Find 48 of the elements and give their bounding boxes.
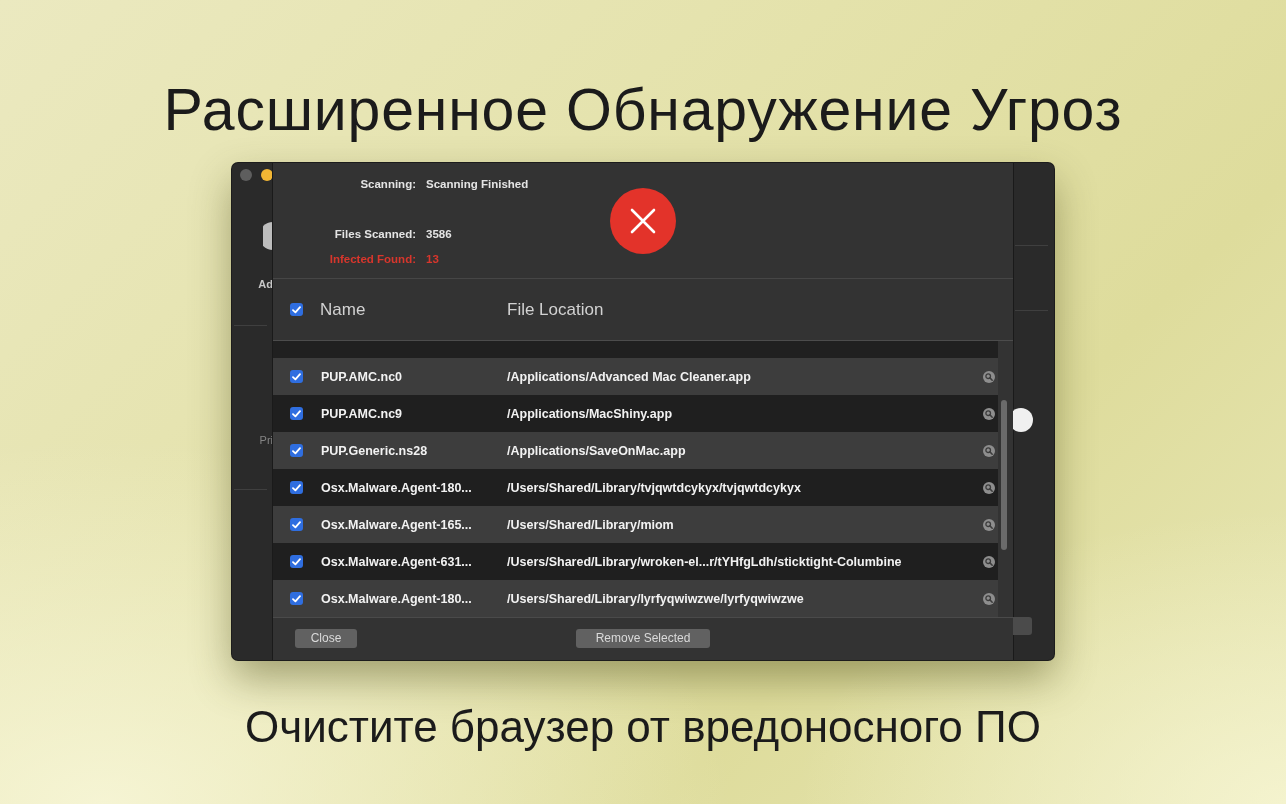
file-path: /Users/Shared/Library/tvjqwtdcykyx/tvjqwtdcykyx bbox=[507, 479, 801, 496]
file-path: /Applications/Advanced Mac Cleaner.app bbox=[507, 368, 751, 385]
sidebar-label: Ad bbox=[258, 277, 273, 291]
caption: Очистите браузер от вредоносного ПО bbox=[245, 701, 1041, 753]
toggle-knob-icon[interactable] bbox=[1013, 408, 1033, 432]
search-icon[interactable] bbox=[983, 407, 995, 420]
search-icon[interactable] bbox=[983, 481, 995, 494]
file-path: /Applications/SaveOnMac.app bbox=[507, 442, 686, 459]
x-circle-icon bbox=[610, 188, 676, 254]
search-icon[interactable] bbox=[983, 592, 995, 605]
checkbox[interactable] bbox=[290, 303, 303, 316]
column-header[interactable]: Name bbox=[320, 298, 366, 321]
checkbox[interactable] bbox=[290, 407, 303, 420]
threat-name: PUP.Generic.ns28 bbox=[321, 442, 428, 459]
checkbox[interactable] bbox=[290, 370, 303, 383]
threat-name: Osx.Malware.Agent-180... bbox=[321, 590, 472, 607]
checkbox[interactable] bbox=[290, 592, 303, 605]
threat-name: Osx.Malware.Agent-180... bbox=[321, 479, 472, 496]
checkbox[interactable] bbox=[290, 444, 303, 457]
count-label: Infected Found: bbox=[329, 252, 416, 266]
count-label: Files Scanned: bbox=[334, 227, 416, 241]
file-path: /Users/Shared/Library/lyrfyqwiwzwe/lyrfyqwiwzwe bbox=[507, 590, 804, 607]
close-button[interactable]: Close bbox=[295, 629, 357, 648]
status-label: Scanning: bbox=[360, 177, 416, 191]
threat-name: PUP.AMC.nc0 bbox=[321, 368, 403, 385]
threat-name: Osx.Malware.Agent-165... bbox=[321, 516, 472, 533]
count-value: 13 bbox=[426, 252, 439, 266]
search-icon[interactable] bbox=[983, 518, 995, 531]
search-icon[interactable] bbox=[983, 370, 995, 383]
remove-selected-button[interactable]: Remove Selected bbox=[576, 629, 710, 648]
file-path: /Users/Shared/Library/miom bbox=[507, 516, 674, 533]
threat-name: Osx.Malware.Agent-631... bbox=[321, 553, 472, 570]
column-header[interactable]: File Location bbox=[507, 298, 604, 321]
window-control-icon[interactable] bbox=[261, 169, 273, 181]
search-icon[interactable] bbox=[983, 444, 995, 457]
search-icon[interactable] bbox=[983, 555, 995, 568]
file-path: /Users/Shared/Library/wroken-el...r/tYHfgLdh/sticktight-Columbine bbox=[507, 553, 902, 570]
headline: Расширенное Обнаружение Угроз bbox=[163, 77, 1123, 143]
checkbox[interactable] bbox=[290, 518, 303, 531]
checkbox[interactable] bbox=[290, 481, 303, 494]
checkbox[interactable] bbox=[290, 555, 303, 568]
file-path: /Applications/MacShiny.app bbox=[507, 405, 673, 422]
scrollbar-thumb[interactable] bbox=[1001, 400, 1007, 550]
round-icon bbox=[263, 222, 273, 250]
threat-name: PUP.AMC.nc9 bbox=[321, 405, 403, 422]
status-value: Scanning Finished bbox=[426, 177, 529, 191]
count-value: 3586 bbox=[426, 227, 452, 241]
sidebar-label: Pri bbox=[259, 433, 273, 447]
